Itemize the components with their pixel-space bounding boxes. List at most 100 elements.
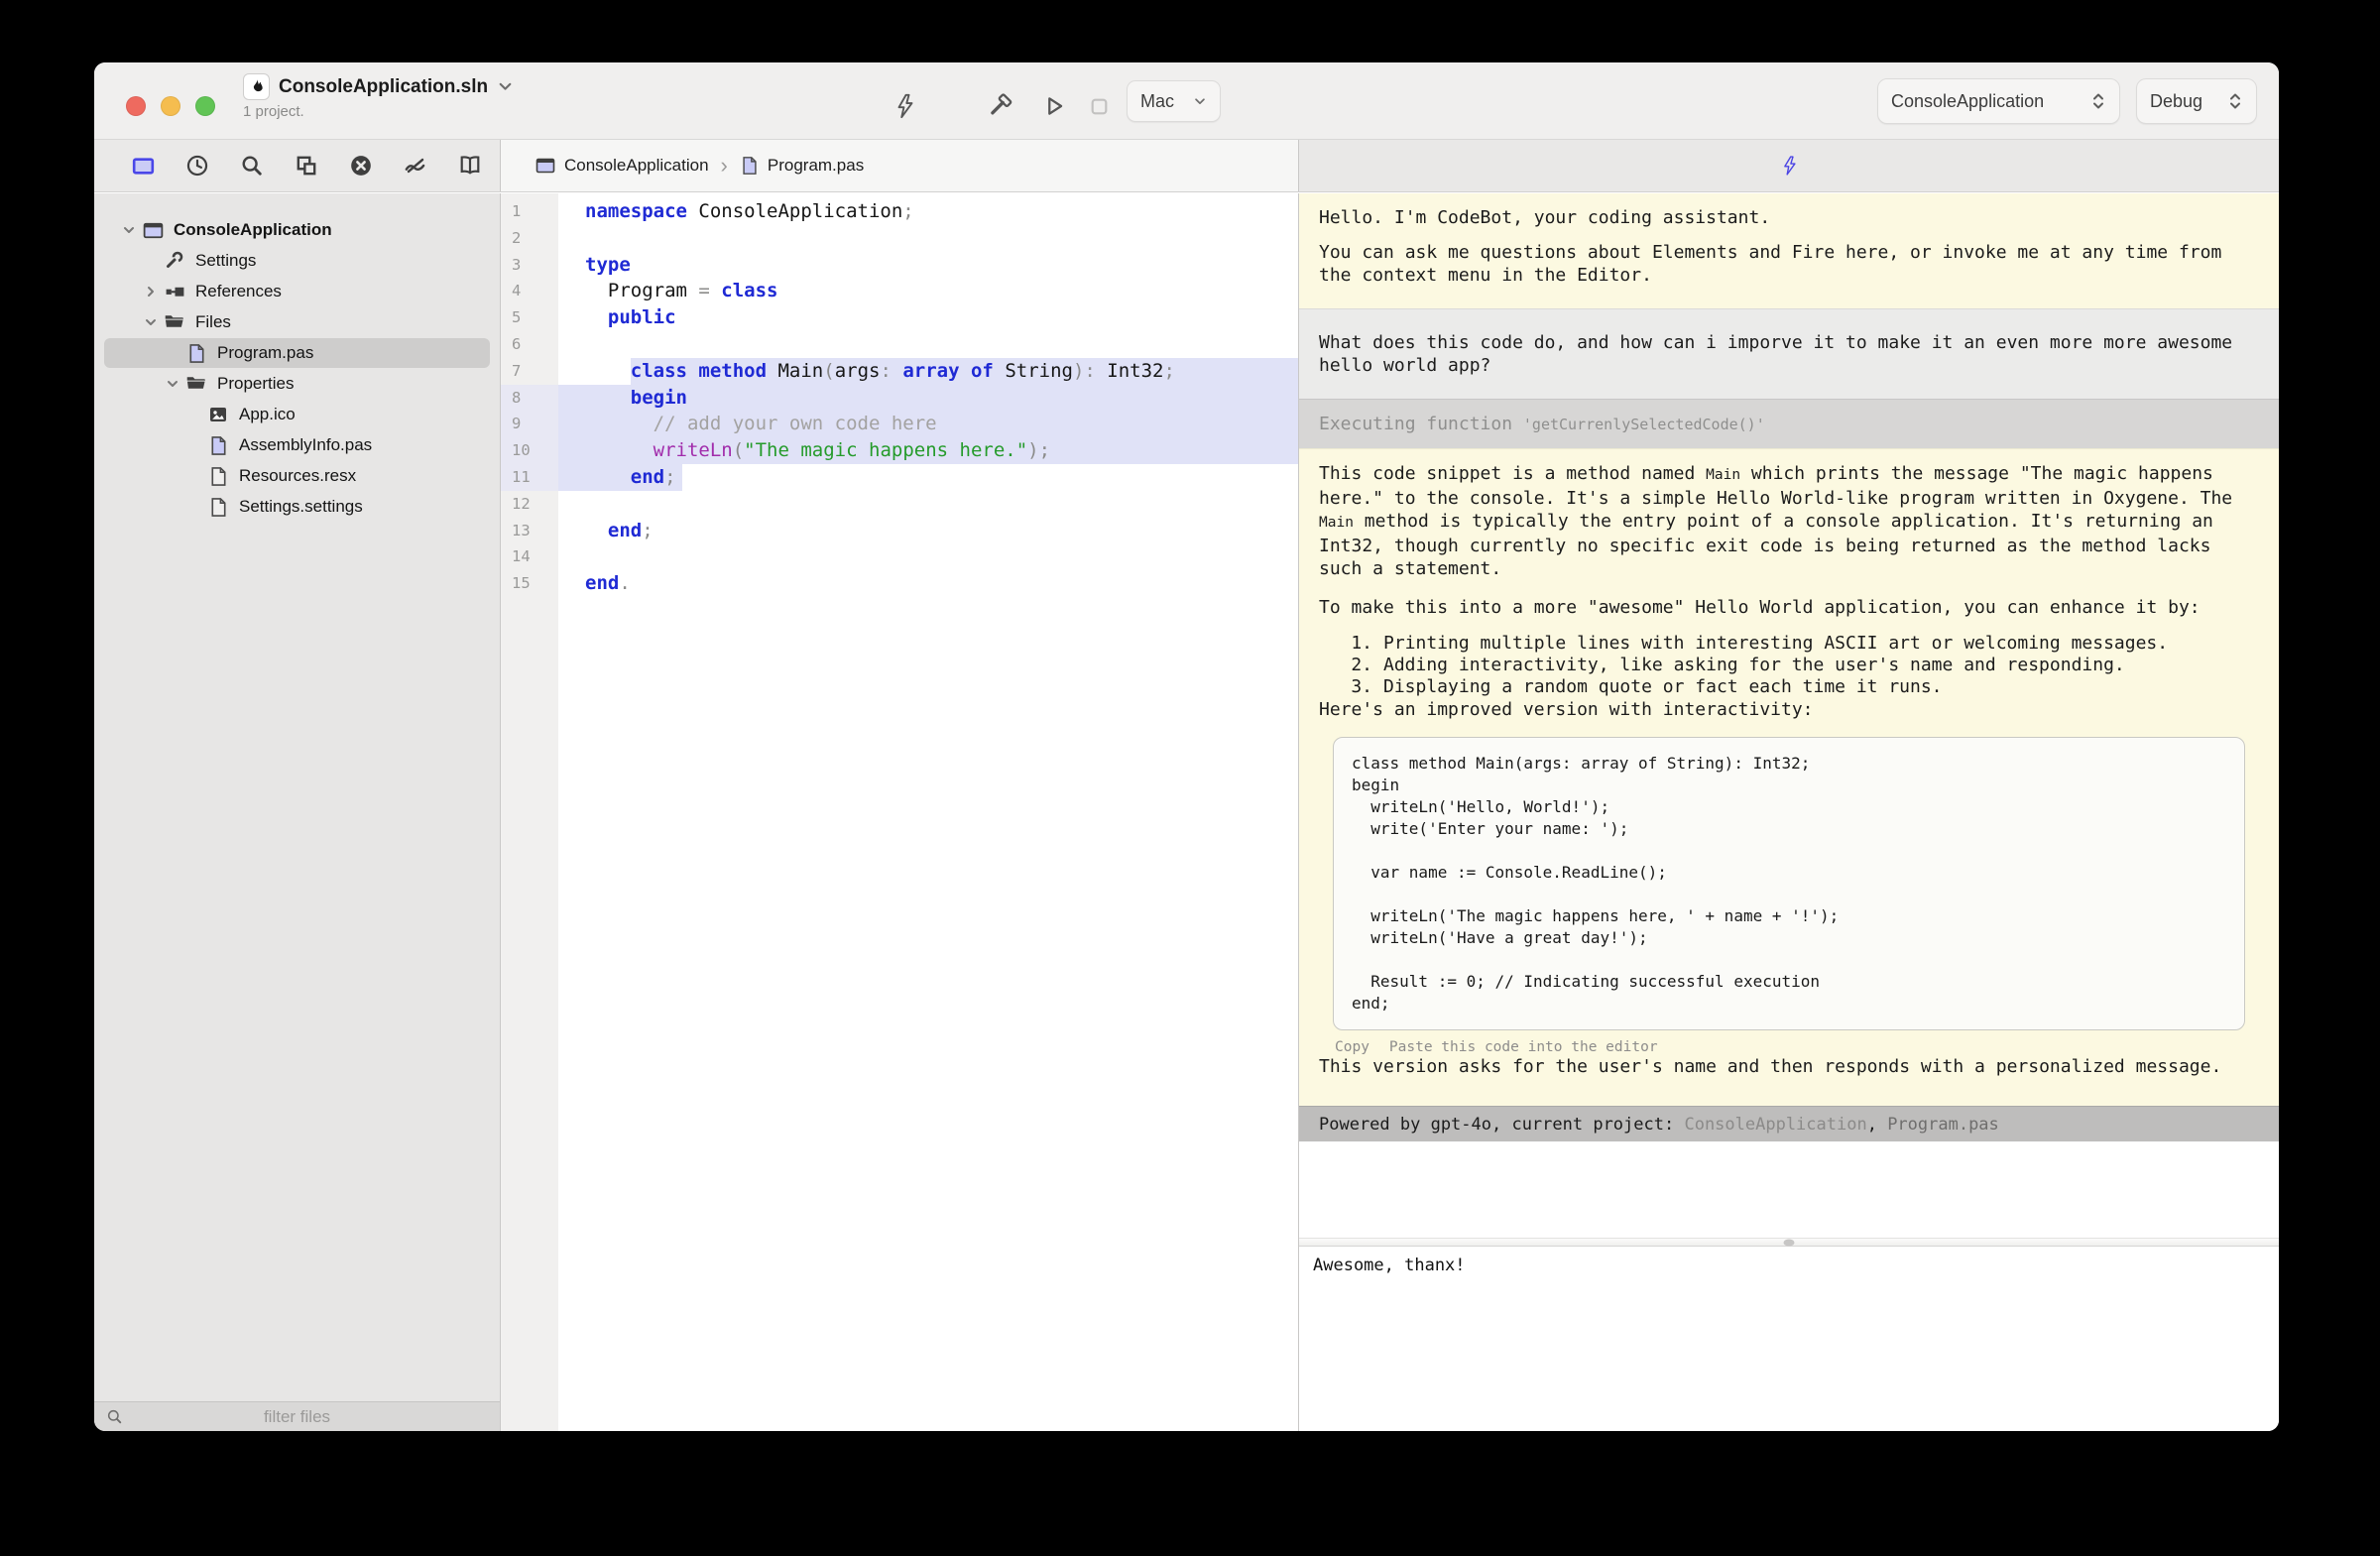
code-line-3[interactable]: 3type [501, 252, 1298, 279]
sidebar-ignore-tab[interactable] [403, 153, 428, 179]
minimize-button[interactable] [161, 96, 180, 116]
chevron-down-icon[interactable] [140, 314, 162, 330]
current-project-name: ConsoleApplication [1684, 1115, 1866, 1135]
answer-paragraph-1: This code snippet is a method named Main… [1319, 462, 2259, 580]
answer-list-item: 3.Displaying a random quote or fact each… [1319, 676, 2259, 698]
up-down-chevrons-icon [2090, 90, 2106, 112]
chevron-down-icon[interactable] [162, 376, 183, 392]
document-title-block: ConsoleApplication.sln 1 project. [243, 73, 514, 120]
code-text [558, 225, 1298, 252]
build-button[interactable] [983, 88, 1018, 124]
code-actions: Copy Paste this code into the editor [1335, 1039, 2259, 1055]
stop-button[interactable] [1081, 88, 1117, 124]
tree-item-app-ico[interactable]: App.ico [104, 400, 490, 429]
references-icon [162, 281, 187, 303]
solution-title: ConsoleApplication.sln [279, 76, 488, 98]
code-text: namespace ConsoleApplication; [558, 198, 1298, 225]
code-line-7[interactable]: 7 class method Main(args: array of Strin… [501, 358, 1298, 385]
file-icon [205, 497, 231, 518]
user-message: What does this code do, and how can i im… [1299, 308, 2279, 399]
code-line-12[interactable]: 12 [501, 491, 1298, 518]
chat-input[interactable]: Awesome, thanx! [1299, 1247, 2279, 1431]
line-number: 9 [501, 411, 558, 437]
code-text: Program = class [558, 278, 1298, 304]
sidebar-copy-tab[interactable] [294, 153, 319, 179]
line-number: 7 [501, 358, 558, 385]
file-icon [205, 466, 231, 487]
project-sidebar: ConsoleApplication Settings References File… [94, 193, 501, 1431]
chevron-right-icon[interactable] [140, 284, 162, 299]
code-line-5[interactable]: 5 public [501, 304, 1298, 331]
chevron-down-icon [1193, 94, 1207, 108]
tree-item-assemblyinfo-pas[interactable]: AssemblyInfo.pas [104, 430, 490, 460]
paste-into-editor-link[interactable]: Paste this code into the editor [1389, 1039, 1658, 1055]
input-splitter[interactable] [1299, 1238, 2279, 1247]
sidebar-search-tab[interactable] [239, 153, 265, 179]
answer-paragraph-2: To make this into a more "awesome" Hello… [1319, 596, 2259, 619]
tree-item-program-pas[interactable]: Program.pas [104, 338, 490, 368]
configuration-selector[interactable]: Debug [2136, 78, 2257, 124]
tree-item-settings[interactable]: Settings [104, 246, 490, 276]
line-number: 4 [501, 278, 558, 304]
code-line-4[interactable]: 4 Program = class [501, 278, 1298, 304]
line-number: 10 [501, 437, 558, 464]
folder-icon [183, 372, 209, 396]
close-button[interactable] [126, 96, 146, 116]
tree-item-resources-resx[interactable]: Resources.resx [104, 461, 490, 491]
chevron-down-icon [497, 78, 514, 95]
stop-icon [1087, 94, 1112, 119]
status-prefix: Executing function [1319, 414, 1523, 434]
code-line-14[interactable]: 14 [501, 543, 1298, 570]
code-line-9[interactable]: 9 // add your own code here [501, 411, 1298, 437]
scheme-label: ConsoleApplication [1891, 91, 2044, 112]
zoom-button[interactable] [195, 96, 215, 116]
traffic-lights [126, 96, 215, 116]
tree-item-properties[interactable]: Properties [104, 369, 490, 399]
code-line-2[interactable]: 2 [501, 225, 1298, 252]
inline-code: Main [1319, 515, 1354, 531]
breadcrumb-project-label: ConsoleApplication [564, 156, 709, 176]
sidebar-project-tab[interactable] [130, 153, 156, 179]
code-text [558, 543, 1298, 570]
hammer-icon [987, 92, 1014, 120]
tree-item-files[interactable]: Files [104, 307, 490, 337]
filter-bar [94, 1401, 500, 1431]
tree-item-label: Resources.resx [239, 466, 356, 486]
inline-code: Main [1706, 467, 1740, 483]
code-line-8[interactable]: 8 begin [501, 385, 1298, 412]
tree-item-consoleapplication[interactable]: ConsoleApplication [104, 215, 490, 245]
code-line-10[interactable]: 10 writeLn("The magic happens here."); [501, 437, 1298, 464]
tree-item-label: References [195, 282, 282, 301]
tree-item-references[interactable]: References [104, 277, 490, 306]
code-line-15[interactable]: 15end. [501, 570, 1298, 597]
copy-link[interactable]: Copy [1335, 1039, 1369, 1055]
answer-list-item: 1.Printing multiple lines with interesti… [1319, 633, 2259, 655]
code-line-6[interactable]: 6 [501, 331, 1298, 358]
image-icon [205, 404, 231, 425]
codebot-toolbar-button[interactable] [888, 88, 923, 124]
breadcrumb-file-label: Program.pas [768, 156, 864, 176]
document-title-row[interactable]: ConsoleApplication.sln [243, 73, 514, 100]
code-line-13[interactable]: 13 end; [501, 518, 1298, 544]
filter-files-input[interactable] [94, 1402, 500, 1431]
code-editor[interactable]: 1namespace ConsoleApplication;23type4 Pr… [501, 193, 1299, 1431]
codebot-header [1299, 140, 2279, 191]
answer-paragraph-3: Here's an improved version with interact… [1319, 698, 2259, 721]
app-window-icon [140, 219, 166, 242]
scheme-selector[interactable]: ConsoleApplication [1877, 78, 2120, 124]
sidebar-book-tab[interactable] [457, 153, 483, 179]
code-line-1[interactable]: 1namespace ConsoleApplication; [501, 198, 1298, 225]
breadcrumb-project[interactable]: ConsoleApplication [535, 155, 709, 177]
breadcrumb-file[interactable]: Program.pas [740, 156, 864, 176]
code-line-11[interactable]: 11 end; [501, 464, 1298, 491]
app-window-icon [535, 155, 556, 177]
play-icon [1041, 93, 1067, 119]
sidebar-history-tab[interactable] [184, 153, 210, 179]
target-selector[interactable]: Mac [1127, 80, 1221, 122]
tree-item-label: Settings [195, 251, 256, 271]
tree-item-settings-settings[interactable]: Settings.settings [104, 492, 490, 522]
lightning-bolt-icon [1781, 153, 1798, 179]
run-button[interactable] [1036, 88, 1072, 124]
chevron-down-icon[interactable] [118, 222, 140, 238]
sidebar-errors-tab[interactable] [348, 153, 374, 179]
